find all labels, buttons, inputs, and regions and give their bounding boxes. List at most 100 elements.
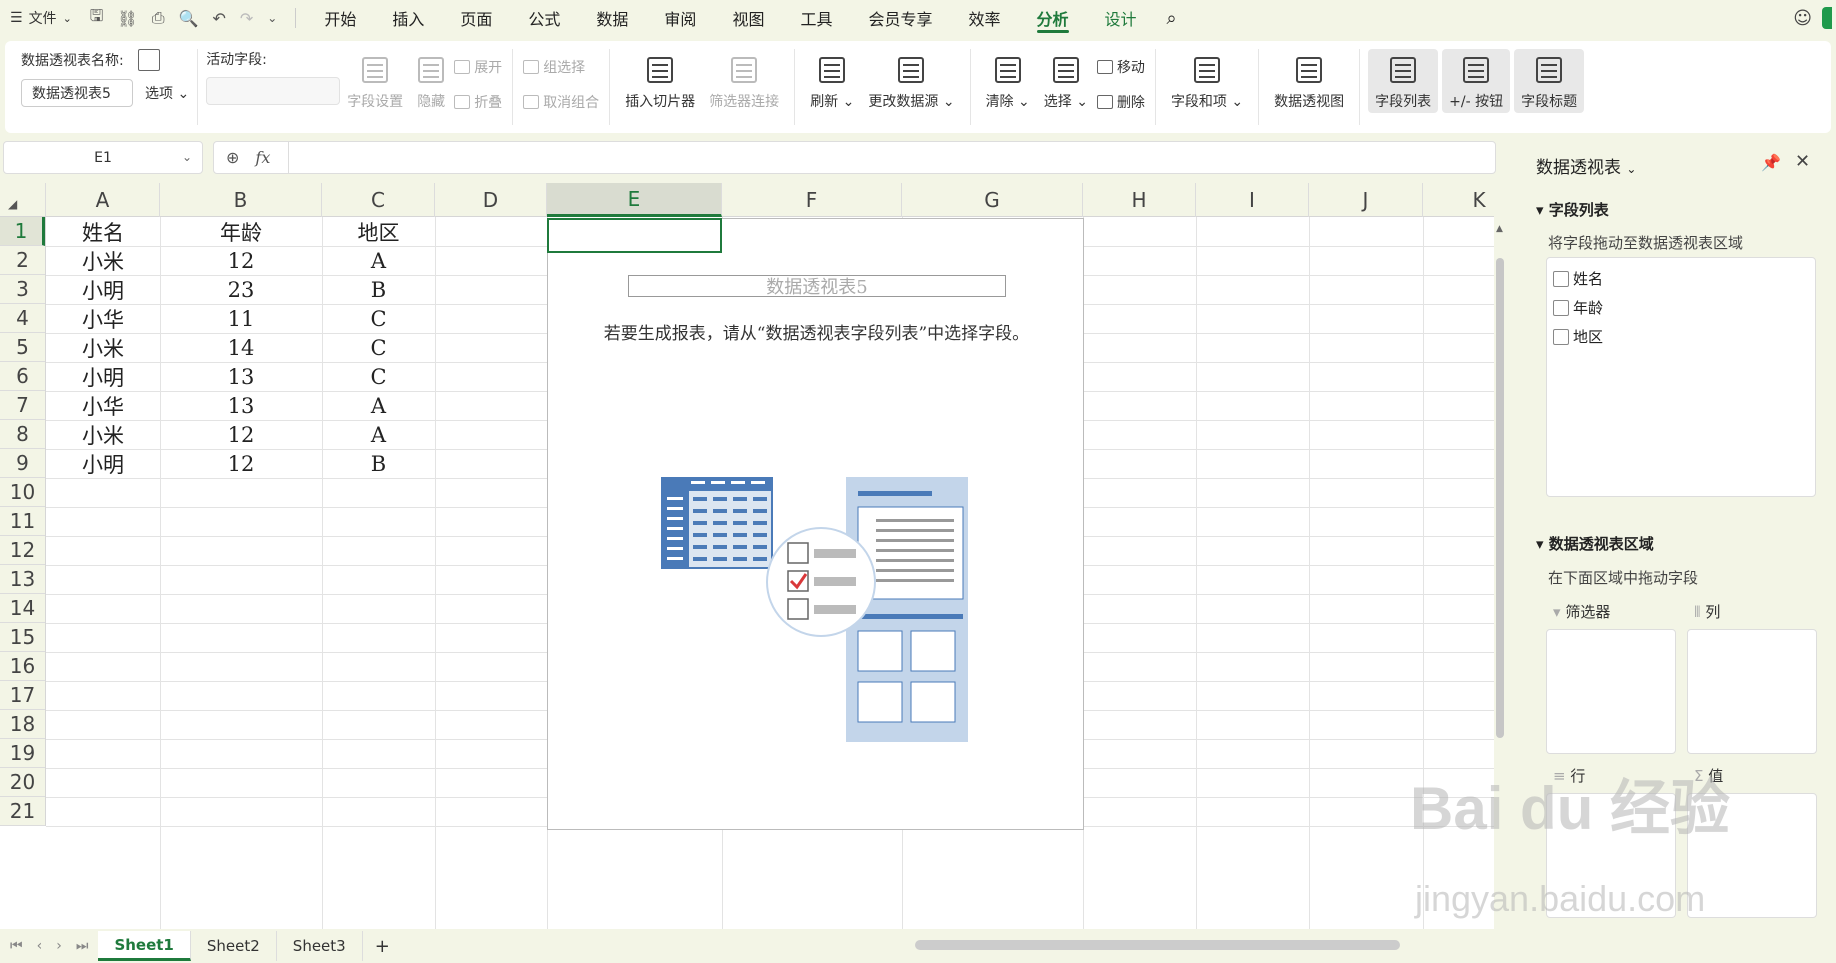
pivot-table-placeholder[interactable]: 数据透视表5 若要生成报表，请从“数据透视表字段列表”中选择字段。 (547, 218, 1084, 830)
tab-member[interactable]: 会员专享 (850, 0, 950, 36)
checkbox[interactable] (1553, 328, 1569, 345)
cell-b5[interactable]: 14 (160, 333, 322, 362)
column-header-b[interactable]: B (160, 183, 322, 217)
row-header[interactable]: 7 (0, 391, 45, 420)
row-header[interactable]: 3 (0, 275, 45, 304)
row-header[interactable]: 2 (0, 246, 45, 275)
cell-c9[interactable]: B (322, 449, 435, 478)
field-item-age[interactable]: 年龄 (1553, 293, 1809, 322)
field-item-region[interactable]: 地区 (1553, 322, 1809, 351)
cell-b3[interactable]: 23 (160, 275, 322, 304)
more-icon[interactable]: ⌄ (267, 11, 277, 25)
cell-a2[interactable]: 小米 (46, 246, 160, 275)
pin-icon[interactable]: 📌 (1761, 153, 1781, 172)
pivot-chart-button[interactable]: 数据透视图 (1267, 49, 1351, 113)
print-icon[interactable]: ⎙ (152, 8, 165, 28)
columns-drop-area[interactable] (1687, 629, 1817, 754)
column-header-k[interactable]: K (1423, 183, 1494, 217)
cell-c2[interactable]: A (322, 246, 435, 275)
prev-sheet-icon[interactable]: ‹ (37, 938, 43, 954)
select-all-corner[interactable]: ◢ (0, 183, 46, 217)
link-icon[interactable]: ⛓ (117, 9, 137, 28)
chat-icon[interactable]: ☺ (1793, 8, 1812, 29)
checkbox[interactable] (1553, 299, 1569, 316)
fields-items-button[interactable]: 字段和项 ⌄ (1164, 49, 1250, 113)
column-header-f[interactable]: F (722, 183, 902, 217)
column-header-c[interactable]: C (322, 183, 435, 217)
tab-formula[interactable]: 公式 (510, 0, 578, 36)
row-header[interactable]: 21 (0, 797, 45, 826)
tab-page[interactable]: 页面 (442, 0, 510, 36)
group-selection-button[interactable]: 组选择 (521, 55, 601, 79)
cell-a8[interactable]: 小米 (46, 420, 160, 449)
refresh-button[interactable]: 刷新 ⌄ (803, 49, 861, 113)
print-preview-icon[interactable]: 🔍 (179, 9, 199, 28)
column-header-d[interactable]: D (435, 183, 547, 217)
cell-a4[interactable]: 小华 (46, 304, 160, 333)
cell-a3[interactable]: 小明 (46, 275, 160, 304)
close-icon[interactable]: ✕ (1795, 151, 1810, 172)
chevron-down-icon[interactable]: ⌄ (182, 150, 192, 164)
account-icon[interactable] (1822, 7, 1832, 29)
last-sheet-icon[interactable]: ⏭ (76, 938, 89, 954)
scrollbar-thumb[interactable] (1496, 258, 1504, 738)
file-menu[interactable]: ☰ 文件 ⌄ (0, 0, 82, 36)
tab-design[interactable]: 设计 (1087, 0, 1155, 36)
change-source-button[interactable]: 更改数据源 ⌄ (861, 49, 961, 113)
options-button[interactable]: 选项 ⌄ (145, 83, 189, 103)
save-icon[interactable]: 🖫 (90, 5, 104, 32)
tab-home[interactable]: 开始 (306, 0, 374, 36)
row-header[interactable]: 11 (0, 507, 45, 536)
row-header[interactable]: 20 (0, 768, 45, 797)
filter-connections-button[interactable]: 筛选器连接 (702, 49, 786, 113)
cell-b9[interactable]: 12 (160, 449, 322, 478)
ungroup-button[interactable]: 取消组合 (521, 90, 601, 114)
field-headers-button[interactable]: 字段标题 (1514, 49, 1585, 113)
cell-b6[interactable]: 13 (160, 362, 322, 391)
row-header[interactable]: 1 (0, 217, 45, 246)
cell-b7[interactable]: 13 (160, 391, 322, 420)
search-icon[interactable]: ⌕ (1155, 0, 1189, 36)
select-button[interactable]: 选择 ⌄ (1037, 49, 1095, 113)
tab-efficiency[interactable]: 效率 (950, 0, 1018, 36)
sheet-tab-2[interactable]: Sheet2 (191, 931, 277, 961)
field-list-section[interactable]: ▾ 字段列表 (1536, 199, 1609, 220)
pivot-table-icon[interactable] (137, 49, 160, 71)
column-header-e[interactable]: E (547, 183, 722, 217)
tab-view[interactable]: 视图 (714, 0, 782, 36)
row-header[interactable]: 10 (0, 478, 45, 507)
cell-c8[interactable]: A (322, 420, 435, 449)
cell-a9[interactable]: 小明 (46, 449, 160, 478)
row-header[interactable]: 16 (0, 652, 45, 681)
cell-a7[interactable]: 小华 (46, 391, 160, 420)
cell-c5[interactable]: C (322, 333, 435, 362)
fx-icon[interactable]: fx (255, 148, 270, 167)
row-header[interactable]: 12 (0, 536, 45, 565)
row-header[interactable]: 18 (0, 710, 45, 739)
zoom-icon[interactable]: ⊕ (226, 148, 239, 167)
cell-b2[interactable]: 12 (160, 246, 322, 275)
cell-c6[interactable]: C (322, 362, 435, 391)
name-box[interactable]: E1 ⌄ (3, 141, 203, 174)
row-header[interactable]: 4 (0, 304, 45, 333)
expand-button[interactable]: 展开 (452, 55, 504, 79)
redo-icon[interactable]: ↷ (240, 9, 253, 28)
row-header[interactable]: 14 (0, 594, 45, 623)
filter-drop-area[interactable] (1546, 629, 1676, 754)
cell-a5[interactable]: 小米 (46, 333, 160, 362)
panel-title[interactable]: 数据透视表 ⌄ (1536, 153, 1636, 178)
collapse-button[interactable]: 折叠 (452, 90, 504, 114)
plus-minus-buttons-button[interactable]: +/- 按钮 (1442, 49, 1511, 113)
cell-b8[interactable]: 12 (160, 420, 322, 449)
tab-review[interactable]: 审阅 (646, 0, 714, 36)
delete-button[interactable]: 删除 (1095, 90, 1147, 114)
clear-button[interactable]: 清除 ⌄ (979, 49, 1037, 113)
horizontal-scrollbar[interactable] (915, 940, 1400, 950)
sheet-tab-3[interactable]: Sheet3 (277, 931, 363, 961)
areas-section[interactable]: ▾ 数据透视表区域 (1536, 533, 1654, 554)
sheet-tab-1[interactable]: Sheet1 (98, 931, 191, 961)
next-sheet-icon[interactable]: › (56, 938, 62, 954)
add-sheet-button[interactable]: + (363, 936, 402, 957)
row-header[interactable]: 9 (0, 449, 45, 478)
pivot-name-input[interactable]: 数据透视表5 (21, 79, 133, 107)
